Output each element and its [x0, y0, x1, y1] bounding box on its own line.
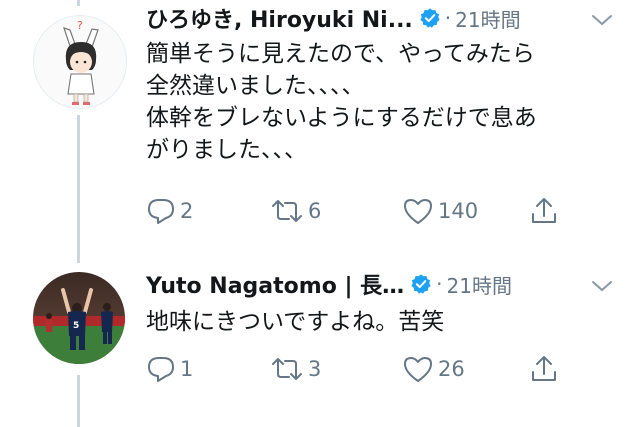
- reply-count: 2: [180, 199, 194, 223]
- reply-icon: [148, 199, 174, 224]
- share-icon: [532, 198, 556, 223]
- tweet-time[interactable]: 21時間: [455, 4, 520, 33]
- cartoon-character-avatar-icon: ?: [34, 16, 126, 108]
- avatar[interactable]: ?: [33, 15, 127, 109]
- chevron-down-icon[interactable]: [591, 12, 613, 26]
- reply-button[interactable]: 1: [146, 352, 193, 386]
- thread-line-bottom: [77, 375, 80, 427]
- thread-line-top: [77, 0, 80, 6]
- tweet-text: 地味にきついですよね。苦笑: [146, 309, 445, 335]
- soccer-player-photo-avatar-icon: 5: [33, 272, 125, 364]
- tweet-text: 簡単そうに見えたので、やってみたら 全然違いました、、、、 体幹をブレないように…: [146, 41, 537, 163]
- tweet-header: ひろゆき, Hiroyuki Ni... · 21時間: [146, 2, 521, 34]
- svg-text:?: ?: [77, 19, 83, 32]
- tweet-header: Yuto Nagatomo | 長… · 21時間: [146, 268, 512, 300]
- retweet-icon: [272, 358, 302, 380]
- svg-text:5: 5: [73, 321, 79, 331]
- separator-dot: ·: [444, 6, 452, 30]
- reply-count: 1: [180, 357, 194, 381]
- like-count: 26: [438, 357, 465, 381]
- share-button[interactable]: [530, 352, 558, 386]
- retweet-count: 3: [308, 357, 322, 381]
- share-button[interactable]: [530, 194, 558, 228]
- reply-icon: [148, 357, 174, 382]
- retweet-button[interactable]: 3: [270, 352, 321, 386]
- reply-button[interactable]: 2: [146, 194, 193, 228]
- separator-dot: ·: [436, 272, 443, 296]
- retweet-icon: [272, 200, 302, 222]
- tweet-actions: 2 6 140: [146, 194, 616, 228]
- like-button[interactable]: 26: [402, 352, 465, 386]
- verified-badge-icon: [410, 273, 432, 295]
- tweet-time[interactable]: 21時間: [447, 270, 512, 299]
- author-name[interactable]: Yuto Nagatomo | 長…: [146, 268, 404, 300]
- thread-line-middle: [77, 115, 80, 263]
- like-button[interactable]: 140: [402, 194, 478, 228]
- like-count: 140: [438, 199, 479, 223]
- heart-icon: [404, 357, 432, 382]
- author-name[interactable]: ひろゆき, Hiroyuki Ni...: [146, 2, 413, 34]
- retweet-button[interactable]: 6: [270, 194, 321, 228]
- share-icon: [532, 356, 556, 381]
- heart-icon: [404, 199, 432, 224]
- tweet-actions: 1 3 26: [146, 352, 616, 386]
- avatar[interactable]: 5: [33, 272, 125, 364]
- retweet-count: 6: [308, 199, 322, 223]
- chevron-down-icon[interactable]: [591, 278, 613, 292]
- verified-badge-icon: [419, 7, 441, 29]
